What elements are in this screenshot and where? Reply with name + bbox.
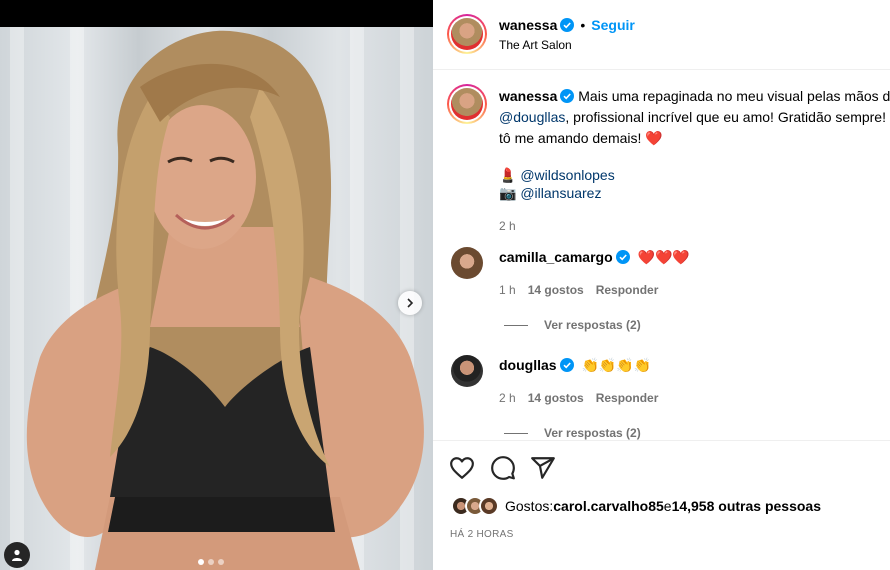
carousel-dot [218, 559, 224, 565]
commenter-username[interactable]: dougllas [499, 357, 557, 373]
post-location[interactable]: The Art Salon [499, 38, 572, 52]
comment-item: dougllas 👏👏👏👏 [499, 357, 651, 374]
verified-badge-icon [559, 358, 574, 372]
mention-link[interactable]: @dougllas [499, 109, 565, 125]
comment-item: camilla_camargo ❤️❤️❤️ [499, 249, 690, 266]
verified-badge-icon [560, 89, 575, 103]
comment-icon[interactable] [490, 455, 516, 481]
author-row: wanessa • Seguir [499, 17, 635, 33]
comment-text: ❤️❤️❤️ [637, 249, 690, 265]
author-username[interactable]: wanessa [499, 17, 557, 33]
separator-dot: • [580, 17, 586, 33]
verified-badge-icon [560, 18, 575, 32]
view-replies-button[interactable]: Ver respostas (2) [504, 426, 641, 440]
verified-badge-icon [615, 250, 630, 264]
caption-author-username[interactable]: wanessa [499, 88, 557, 104]
caption-line-3: tô me amando demais! [499, 130, 646, 146]
comment-time: 1 h [499, 283, 516, 297]
likes-middle: e [663, 498, 672, 514]
post-header: wanessa • Seguir The Art Salon [433, 0, 890, 70]
comment-time: 2 h [499, 391, 516, 405]
comment-likes[interactable]: 14 gostos [528, 283, 584, 297]
reply-button[interactable]: Responder [596, 283, 659, 297]
heart-icon[interactable] [449, 455, 475, 481]
post-photo [0, 27, 433, 570]
post-timestamp[interactable]: HÁ 2 HORAS [450, 529, 514, 540]
comment-likes[interactable]: 14 gostos [528, 391, 584, 405]
liker-avatar[interactable] [479, 496, 499, 516]
commenter-username[interactable]: camilla_camargo [499, 249, 613, 265]
likes-prefix: Gostos: [505, 498, 554, 514]
chevron-right-icon [407, 298, 414, 308]
camera-emoji: 📷 [499, 185, 517, 201]
lipstick-emoji: 💄 [499, 167, 517, 183]
caption-author-avatar[interactable] [447, 84, 487, 124]
author-avatar[interactable] [447, 14, 487, 54]
post-caption: wanessa Mais uma repaginada no meu visua… [499, 86, 890, 237]
share-icon[interactable] [530, 455, 556, 481]
commenter-avatar[interactable] [451, 355, 483, 387]
view-replies-label: Ver respostas (2) [544, 426, 641, 440]
post-actions-section: Gostos: carol.carvalho85 e 14,958 outras… [433, 440, 890, 570]
caption-time: 2 h [499, 219, 516, 233]
replies-divider [504, 432, 528, 434]
next-photo-button[interactable] [398, 291, 422, 315]
carousel-dot [208, 559, 214, 565]
top-black-strip [0, 0, 433, 27]
follow-button[interactable]: Seguir [591, 17, 635, 33]
post-details-panel: wanessa • Seguir The Art Salon wanessa M… [433, 0, 890, 570]
comment-meta: 1 h 14 gostos Responder [499, 283, 658, 297]
carousel-dot [198, 559, 204, 565]
carousel-indicator [198, 559, 224, 565]
comment-text: 👏👏👏👏 [581, 357, 652, 373]
commenter-avatar[interactable] [451, 247, 483, 279]
heart-emoji: ❤️ [645, 130, 663, 146]
comment-meta: 2 h 14 gostos Responder [499, 391, 658, 405]
credit-link-2[interactable]: @illansuarez [520, 185, 601, 201]
likes-count[interactable]: 14,958 outras pessoas [672, 498, 821, 514]
woman-portrait [26, 30, 424, 570]
liker-username[interactable]: carol.carvalho85 [553, 498, 664, 514]
caption-line-1: Mais uma repaginada no meu visual pelas … [578, 88, 890, 104]
likes-summary: Gostos: carol.carvalho85 e 14,958 outras… [451, 496, 821, 516]
view-replies-button[interactable]: Ver respostas (2) [504, 318, 641, 332]
reply-button[interactable]: Responder [596, 391, 659, 405]
tagged-users-button[interactable] [4, 542, 30, 568]
credit-link-1[interactable]: @wildsonlopes [520, 167, 614, 183]
liker-avatars [451, 496, 499, 516]
replies-divider [504, 324, 528, 326]
user-tag-icon [12, 549, 22, 561]
view-replies-label: Ver respostas (2) [544, 318, 641, 332]
caption-line-2: , profissional incrível que eu amo! Grat… [565, 109, 890, 125]
